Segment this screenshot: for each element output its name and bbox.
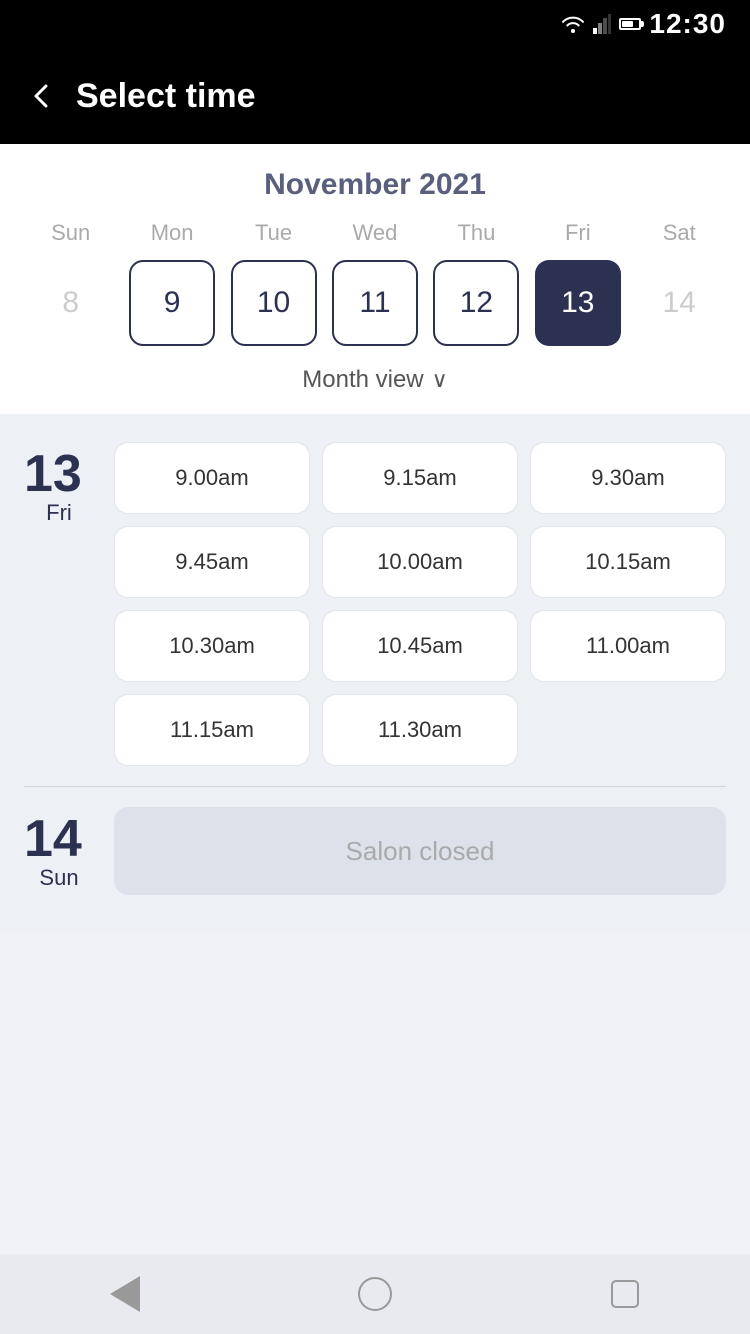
date-12[interactable]: 12 bbox=[433, 260, 519, 346]
time-slot-1015am[interactable]: 10.15am bbox=[530, 526, 726, 598]
date-cell-8[interactable]: 8 bbox=[20, 260, 121, 346]
nav-home-button[interactable] bbox=[355, 1274, 395, 1314]
day-13-name: Fri bbox=[24, 500, 94, 526]
salon-closed-label: Salon closed bbox=[114, 807, 726, 895]
time-slot-915am[interactable]: 9.15am bbox=[322, 442, 518, 514]
time-slot-1130am[interactable]: 11.30am bbox=[322, 694, 518, 766]
section-divider bbox=[24, 786, 726, 787]
month-view-label: Month view bbox=[302, 366, 423, 394]
day-14-label: 14 Sun bbox=[24, 807, 94, 895]
dates-row: 8 9 10 11 12 13 14 bbox=[20, 256, 730, 350]
closed-container: Salon closed bbox=[114, 807, 726, 895]
time-slot-1045am[interactable]: 10.45am bbox=[322, 610, 518, 682]
weekday-tue: Tue bbox=[223, 220, 324, 246]
date-11[interactable]: 11 bbox=[332, 260, 418, 346]
day-13-number: 13 bbox=[24, 448, 94, 500]
nav-back-button[interactable] bbox=[105, 1274, 145, 1314]
battery-icon bbox=[619, 18, 641, 30]
back-button[interactable] bbox=[28, 82, 56, 110]
status-time: 12:30 bbox=[649, 8, 726, 40]
weekday-wed: Wed bbox=[324, 220, 425, 246]
time-slot-1030am[interactable]: 10.30am bbox=[114, 610, 310, 682]
calendar-section: November 2021 Sun Mon Tue Wed Thu Fri Sa… bbox=[0, 144, 750, 414]
date-13[interactable]: 13 bbox=[535, 260, 621, 346]
day-14-name: Sun bbox=[24, 865, 94, 891]
recent-square-icon bbox=[611, 1280, 639, 1308]
date-cell-12[interactable]: 12 bbox=[426, 260, 527, 346]
status-bar: 12:30 bbox=[0, 0, 750, 48]
weekdays-row: Sun Mon Tue Wed Thu Fri Sat bbox=[20, 220, 730, 246]
time-slot-930am[interactable]: 9.30am bbox=[530, 442, 726, 514]
day-13-section: 13 Fri 9.00am 9.15am 9.30am 9.45am 10.00… bbox=[24, 442, 726, 766]
month-year-label: November 2021 bbox=[20, 168, 730, 202]
day-14-number: 14 bbox=[24, 813, 94, 865]
time-slot-945am[interactable]: 9.45am bbox=[114, 526, 310, 598]
slots-section: 13 Fri 9.00am 9.15am 9.30am 9.45am 10.00… bbox=[0, 414, 750, 931]
time-slots-grid-13: 9.00am 9.15am 9.30am 9.45am 10.00am 10.1… bbox=[114, 442, 726, 766]
back-triangle-icon bbox=[110, 1276, 140, 1312]
weekday-mon: Mon bbox=[121, 220, 222, 246]
status-icons: 12:30 bbox=[561, 8, 726, 40]
date-cell-14[interactable]: 14 bbox=[629, 260, 730, 346]
date-14-header[interactable]: 14 bbox=[636, 260, 722, 346]
signal-icon bbox=[593, 14, 611, 34]
date-9[interactable]: 9 bbox=[129, 260, 215, 346]
weekday-fri: Fri bbox=[527, 220, 628, 246]
date-cell-9[interactable]: 9 bbox=[121, 260, 222, 346]
chevron-down-icon: ∨ bbox=[432, 367, 448, 393]
month-view-row[interactable]: Month view ∨ bbox=[20, 350, 730, 398]
date-10[interactable]: 10 bbox=[231, 260, 317, 346]
time-slot-1100am[interactable]: 11.00am bbox=[530, 610, 726, 682]
date-cell-13[interactable]: 13 bbox=[527, 260, 628, 346]
time-slot-1000am[interactable]: 10.00am bbox=[322, 526, 518, 598]
page-title: Select time bbox=[76, 77, 256, 116]
app-header: Select time bbox=[0, 48, 750, 144]
weekday-sat: Sat bbox=[629, 220, 730, 246]
date-cell-10[interactable]: 10 bbox=[223, 260, 324, 346]
day-13-label: 13 Fri bbox=[24, 442, 94, 766]
nav-recent-button[interactable] bbox=[605, 1274, 645, 1314]
weekday-thu: Thu bbox=[426, 220, 527, 246]
time-slot-1115am[interactable]: 11.15am bbox=[114, 694, 310, 766]
date-8[interactable]: 8 bbox=[28, 260, 114, 346]
weekday-sun: Sun bbox=[20, 220, 121, 246]
wifi-icon bbox=[561, 15, 585, 33]
home-circle-icon bbox=[358, 1277, 392, 1311]
date-cell-11[interactable]: 11 bbox=[324, 260, 425, 346]
nav-bar bbox=[0, 1254, 750, 1334]
day-14-section: 14 Sun Salon closed bbox=[24, 807, 726, 895]
time-slot-900am[interactable]: 9.00am bbox=[114, 442, 310, 514]
